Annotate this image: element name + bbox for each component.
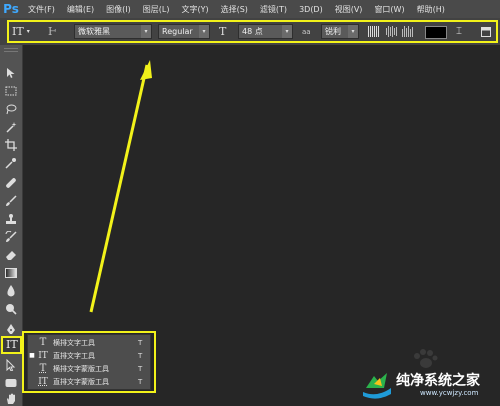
vertical-type-icon: IT xyxy=(6,338,18,351)
flyout-item-shortcut: T xyxy=(138,364,143,373)
site-title: 纯净系统之家 xyxy=(396,373,480,389)
flyout-item-shortcut: T xyxy=(138,338,143,347)
flyout-item-horizontal-type[interactable]: T 横排文字工具 T xyxy=(28,336,150,349)
selected-bullet-icon: ■ xyxy=(29,352,35,359)
flyout-item-horizontal-type-mask[interactable]: T 横排文字蒙版工具 T xyxy=(28,362,150,375)
flyout-item-label: 横排文字工具 xyxy=(53,338,95,347)
site-watermark: 纯净系统之家 www.ycwjzy.com xyxy=(358,364,500,406)
type-tools-flyout: T 横排文字工具 T ■ IT 直排文字工具 T T 横排文字蒙版工具 T IT… xyxy=(27,334,151,390)
flyout-item-shortcut: T xyxy=(138,377,143,386)
horizontal-type-icon: T xyxy=(39,337,47,348)
flyout-item-label: 横排文字蒙版工具 xyxy=(53,364,109,373)
vertical-type-icon: IT xyxy=(38,350,48,361)
site-url: www.ycwjzy.com xyxy=(420,389,479,397)
flyout-item-label: 直排文字工具 xyxy=(53,351,95,360)
vertical-type-mask-icon: IT xyxy=(38,376,48,387)
flyout-item-shortcut: T xyxy=(138,351,143,360)
flyout-item-label: 直排文字蒙版工具 xyxy=(53,377,109,386)
flyout-item-vertical-type-mask[interactable]: IT 直排文字蒙版工具 T xyxy=(28,375,150,388)
horizontal-type-mask-icon: T xyxy=(39,363,47,374)
site-logo-icon xyxy=(363,373,391,399)
flyout-item-vertical-type[interactable]: ■ IT 直排文字工具 T xyxy=(28,349,150,362)
type-tool-button[interactable]: IT xyxy=(1,336,22,354)
